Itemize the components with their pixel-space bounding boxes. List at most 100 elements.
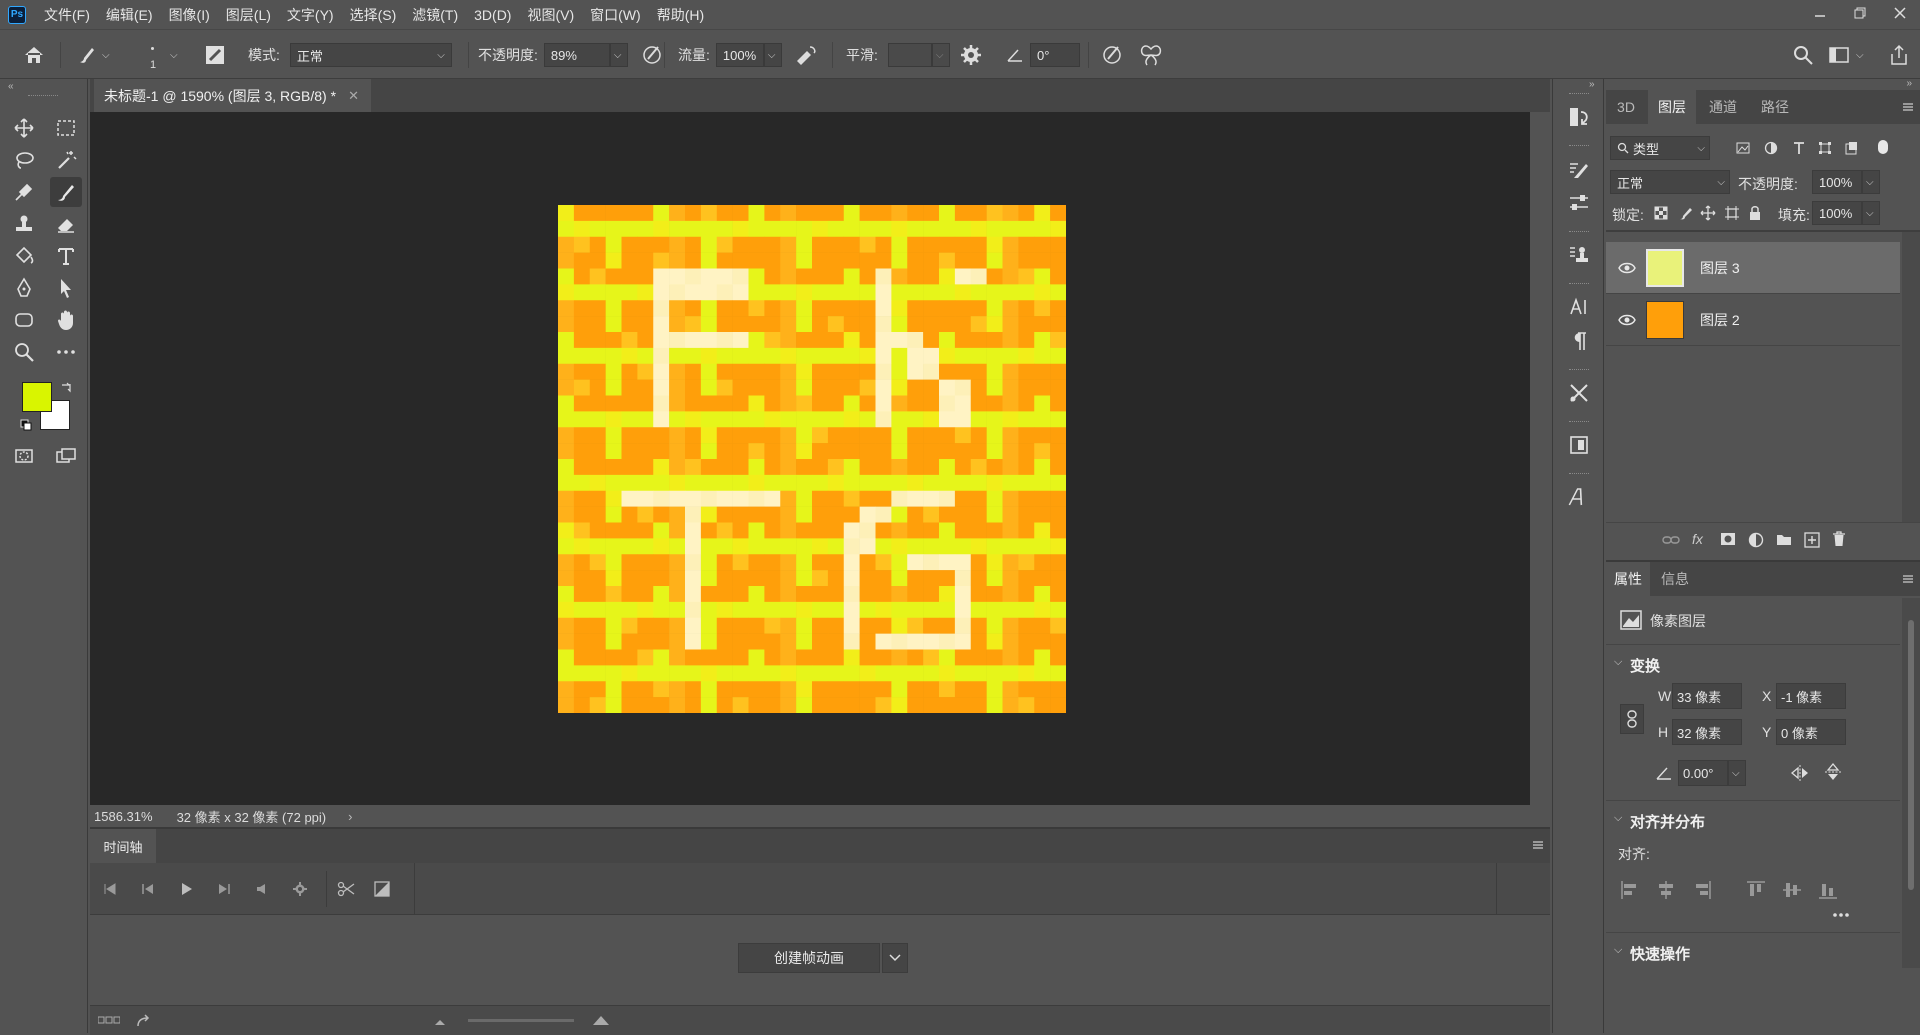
- marquee-tool[interactable]: [50, 113, 82, 143]
- timeline-zoom-slider[interactable]: [468, 1019, 574, 1022]
- path-selection-tool[interactable]: [50, 273, 82, 303]
- new-group-folder-icon[interactable]: [1776, 532, 1792, 546]
- link-layers-icon[interactable]: [1662, 533, 1680, 547]
- smoothing-settings-gear-icon[interactable]: [960, 44, 982, 66]
- constrain-proportions-button[interactable]: [1620, 704, 1644, 734]
- pressure-size-icon[interactable]: [1100, 43, 1124, 67]
- symmetry-butterfly-icon[interactable]: [1138, 43, 1164, 67]
- lock-transparent-pixels-icon[interactable]: [1654, 206, 1668, 220]
- history-panel-button[interactable]: [1565, 103, 1593, 131]
- default-colors-icon[interactable]: [20, 419, 32, 431]
- more-align-options-icon[interactable]: [1832, 912, 1850, 918]
- pressure-opacity-icon[interactable]: [640, 43, 664, 67]
- magic-wand-tool[interactable]: [50, 145, 82, 175]
- zoom-level[interactable]: 1586.31%: [94, 809, 153, 824]
- transform-collapse-icon[interactable]: ⌵: [1614, 656, 1622, 669]
- layers-panel-menu-icon[interactable]: [1902, 101, 1914, 113]
- add-mask-icon[interactable]: [1720, 532, 1736, 546]
- opacity-input[interactable]: 89%: [543, 43, 610, 67]
- timeline-settings-button[interactable]: [290, 879, 310, 899]
- screen-mode-button[interactable]: [50, 441, 82, 471]
- libraries-panel-button[interactable]: [1565, 431, 1593, 459]
- hand-tool[interactable]: [50, 305, 82, 335]
- layers-scrollbar[interactable]: [1902, 232, 1920, 522]
- layer-name[interactable]: 图层 3: [1700, 258, 1740, 278]
- delete-layer-trash-icon[interactable]: [1832, 531, 1846, 547]
- filter-type-icon[interactable]: [1792, 141, 1806, 155]
- audio-button[interactable]: [252, 879, 272, 899]
- home-button[interactable]: [22, 30, 46, 80]
- brush-settings-panel-button[interactable]: [1565, 155, 1593, 183]
- toolbar-grip[interactable]: [28, 95, 58, 96]
- opacity-dropdown[interactable]: ⌵: [609, 43, 628, 67]
- menu-select[interactable]: 选择(S): [350, 5, 397, 25]
- tab-properties[interactable]: 属性: [1606, 562, 1650, 596]
- flip-vertical-icon[interactable]: [1824, 762, 1842, 782]
- quick-mask-button[interactable]: [8, 441, 40, 471]
- vertical-scrollbar[interactable]: [1530, 112, 1550, 805]
- layer-effects-icon[interactable]: fx: [1692, 531, 1703, 547]
- align-distribute-section-title[interactable]: 对齐并分布: [1630, 811, 1705, 832]
- menu-window[interactable]: 窗口(W): [590, 5, 641, 25]
- eyedropper-tool[interactable]: [8, 177, 40, 207]
- shape-tool[interactable]: [8, 305, 40, 335]
- filter-adjustment-icon[interactable]: [1764, 141, 1778, 155]
- status-info-arrow-icon[interactable]: ›: [348, 809, 352, 824]
- menu-view[interactable]: 视图(V): [527, 5, 574, 25]
- layer-row-layer-3[interactable]: 图层 3: [1606, 242, 1900, 294]
- render-video-icon[interactable]: [136, 1012, 152, 1028]
- x-position-input[interactable]: -1 像素: [1776, 683, 1846, 709]
- properties-scrollbar[interactable]: [1902, 598, 1920, 968]
- align-collapse-icon[interactable]: ⌵: [1614, 812, 1622, 825]
- first-frame-button[interactable]: [100, 879, 120, 899]
- menu-type[interactable]: 文字(Y): [287, 5, 334, 25]
- zoom-in-timeline-icon[interactable]: [592, 1014, 610, 1026]
- workspace-switcher[interactable]: ⌵: [1828, 30, 1864, 80]
- layer-name[interactable]: 图层 2: [1700, 310, 1740, 330]
- zoom-tool[interactable]: [8, 337, 40, 367]
- glyphs-panel-button[interactable]: [1565, 483, 1593, 511]
- lock-all-icon[interactable]: [1748, 205, 1762, 221]
- visibility-eye-icon[interactable]: [1618, 259, 1636, 277]
- more-tools-button[interactable]: [50, 337, 82, 367]
- split-clip-button[interactable]: [336, 879, 356, 899]
- zoom-out-timeline-icon[interactable]: [434, 1018, 446, 1026]
- height-input[interactable]: 32 像素: [1672, 719, 1742, 745]
- y-position-input[interactable]: 0 像素: [1776, 719, 1846, 745]
- tab-channels[interactable]: 通道: [1698, 90, 1748, 124]
- brush-size-picker[interactable]: 1 ⌵: [140, 30, 178, 80]
- blend-mode-select[interactable]: 正常 ⌵: [289, 43, 452, 67]
- rotation-angle-dropdown[interactable]: ⌵: [1728, 760, 1746, 786]
- flow-dropdown[interactable]: ⌵: [763, 43, 782, 67]
- menu-edit[interactable]: 编辑(E): [106, 5, 153, 25]
- quick-actions-collapse-icon[interactable]: ⌵: [1614, 944, 1622, 957]
- share-icon[interactable]: [1888, 44, 1910, 66]
- frame-view-toggle-icon[interactable]: [98, 1016, 120, 1024]
- brush-settings-toggle[interactable]: [204, 30, 226, 80]
- visibility-eye-icon[interactable]: [1618, 311, 1636, 329]
- menu-layer[interactable]: 图层(L): [226, 5, 271, 25]
- filter-pixel-icon[interactable]: [1736, 142, 1750, 154]
- collapse-toolbar-icon[interactable]: «: [8, 81, 14, 92]
- lock-image-pixels-icon[interactable]: [1678, 205, 1694, 221]
- lock-position-icon[interactable]: [1700, 205, 1716, 221]
- filter-toggle-switch[interactable]: [1878, 140, 1888, 154]
- align-bottom-edges-icon[interactable]: [1818, 880, 1838, 900]
- character-panel-button[interactable]: [1565, 293, 1593, 321]
- properties-scroll-thumb[interactable]: [1908, 620, 1914, 890]
- timeline-menu-icon[interactable]: [1532, 839, 1544, 851]
- eraser-tool[interactable]: [50, 209, 82, 239]
- layer-opacity-input[interactable]: 100%: [1812, 170, 1862, 194]
- collapse-strip-icon[interactable]: »: [1589, 79, 1595, 90]
- previous-frame-button[interactable]: [138, 879, 158, 899]
- timeline-tab[interactable]: 时间轴: [90, 829, 156, 863]
- tab-paths[interactable]: 路径: [1750, 90, 1800, 124]
- smoothing-input[interactable]: [887, 43, 932, 67]
- swap-colors-icon[interactable]: [60, 381, 72, 393]
- layer-blend-mode-select[interactable]: 正常 ⌵: [1610, 170, 1730, 194]
- minimize-button[interactable]: [1800, 0, 1840, 26]
- align-left-edges-icon[interactable]: [1620, 880, 1640, 900]
- quick-actions-section-title[interactable]: 快速操作: [1630, 943, 1690, 964]
- paint-bucket-tool[interactable]: [8, 241, 40, 271]
- filter-smart-object-icon[interactable]: [1844, 141, 1858, 155]
